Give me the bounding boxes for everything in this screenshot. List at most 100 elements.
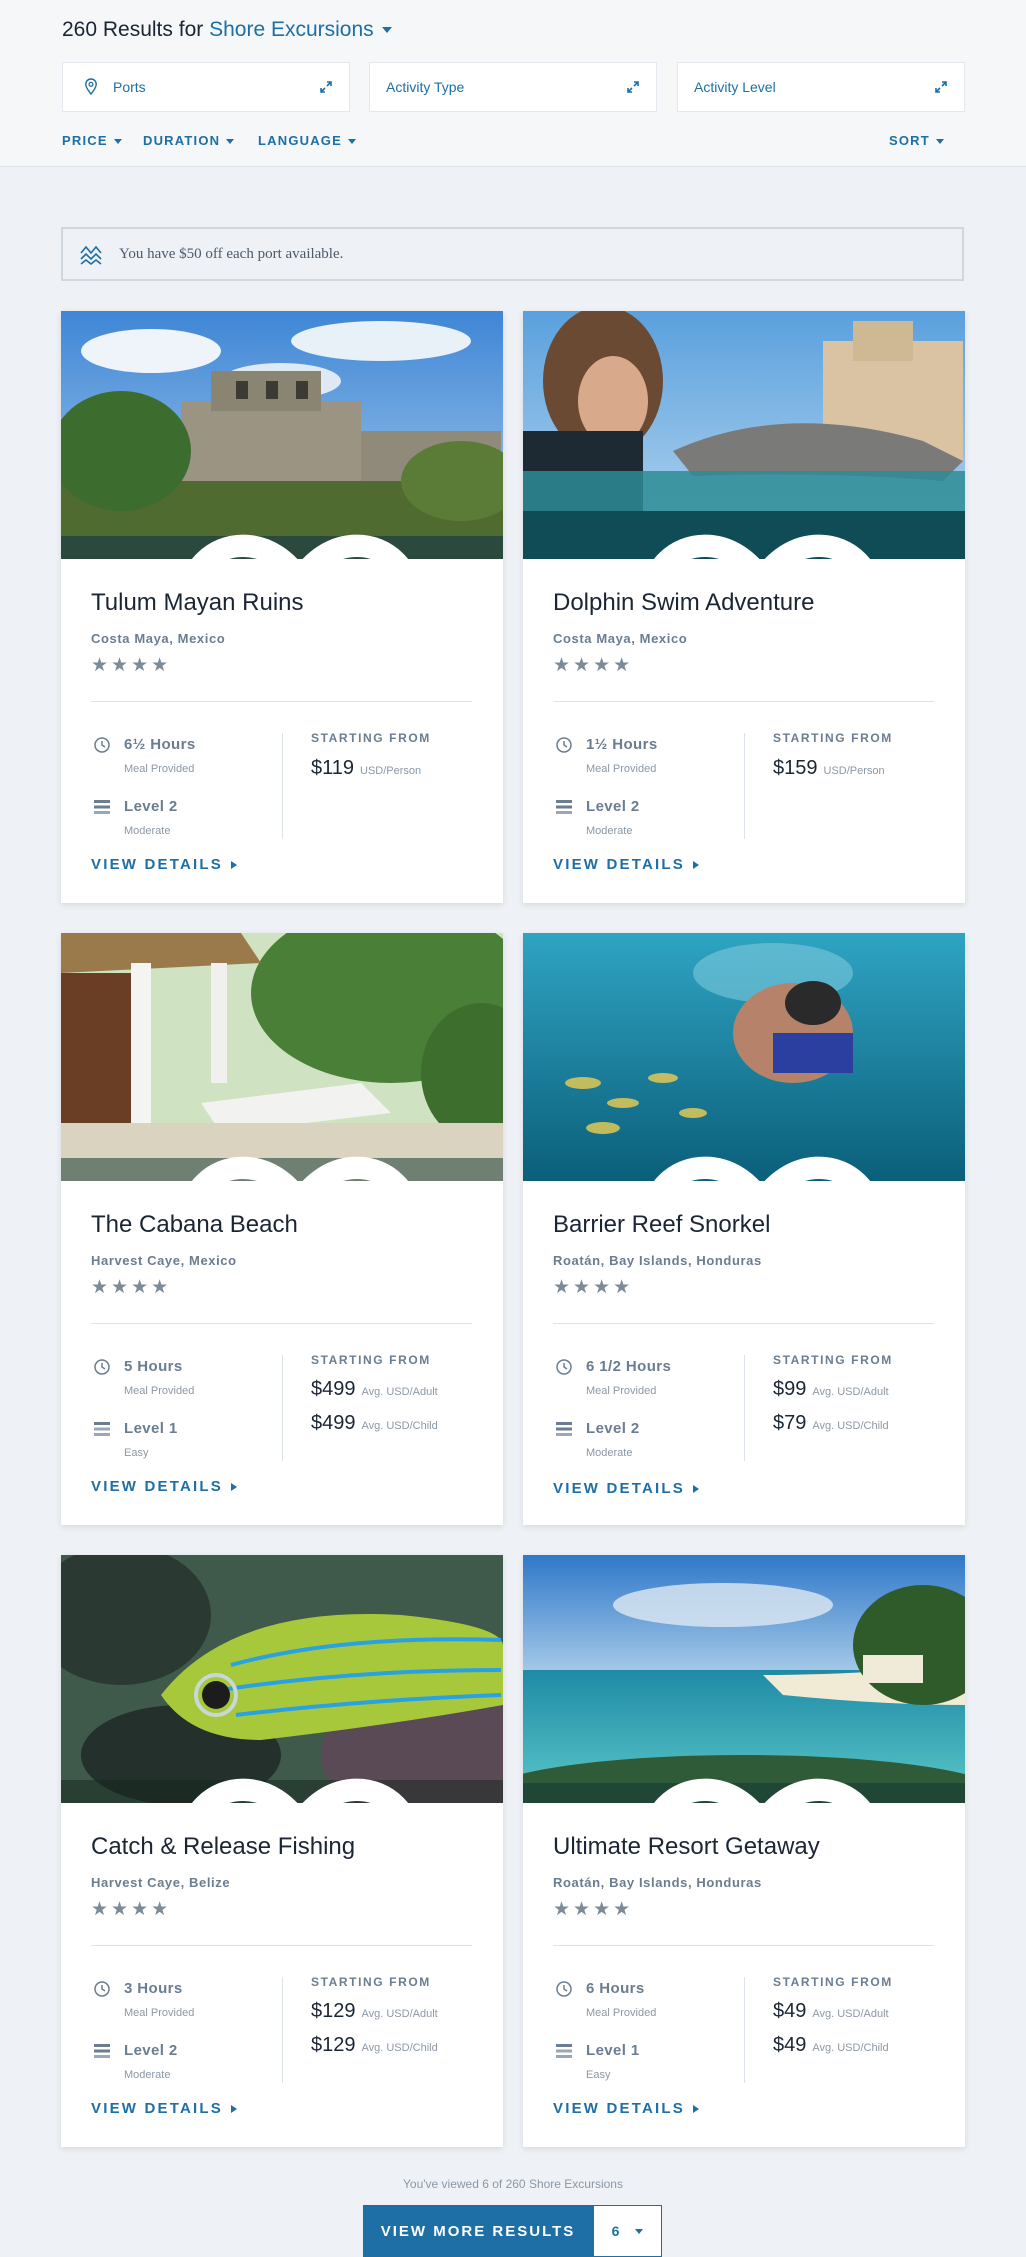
excursion-card-tulum[interactable]: Tulum Mayan Ruins Costa Maya, Mexico ★★★…	[61, 311, 503, 903]
heart-icon[interactable]	[79, 1765, 503, 1803]
duration-note: Meal Provided	[124, 763, 195, 775]
excursion-photo[interactable]	[523, 933, 965, 1181]
level-note: Moderate	[586, 825, 633, 837]
card-location: Harvest Caye, Belize	[91, 1875, 231, 1890]
heart-icon[interactable]	[79, 521, 503, 559]
price-row-child: $129 Avg. USD/Child	[311, 2034, 438, 2057]
results-viewed-text: You've viewed 6 of 260 Shore Excursions	[403, 2177, 623, 2191]
duration-value: 3 Hours	[124, 1980, 183, 1997]
level-value: Level 1	[124, 1420, 178, 1437]
excursion-card-cabana[interactable]: The Cabana Beach Harvest Caye, Mexico ★★…	[61, 933, 503, 1525]
price-amount: $499	[311, 1412, 356, 1434]
price-unit: Avg. USD/Child	[361, 1420, 438, 1432]
card-vertical-divider	[282, 1355, 283, 1461]
level-note: Easy	[586, 2069, 611, 2081]
duration-note: Meal Provided	[586, 2007, 657, 2019]
excursion-photo[interactable]	[61, 311, 503, 559]
price-row-adult: $49 Avg. USD/Adult	[773, 2000, 889, 2023]
level-value: Level 1	[586, 2042, 640, 2059]
price-amount: $129	[311, 2034, 356, 2056]
excursion-card-fishing[interactable]: Catch & Release Fishing Harvest Caye, Be…	[61, 1555, 503, 2147]
excursion-card-resort[interactable]: Ultimate Resort Getaway Roatán, Bay Isla…	[523, 1555, 965, 2147]
star-rating: ★★★★	[91, 1899, 172, 1920]
price-row-child: $499 Avg. USD/Child	[311, 1412, 438, 1435]
card-divider	[553, 1945, 934, 1946]
heart-icon[interactable]	[541, 1765, 965, 1803]
activity-level-filter-label: Activity Level	[694, 79, 776, 95]
view-more-results-button[interactable]: VIEW MORE RESULTS	[363, 2205, 593, 2257]
card-vertical-divider	[744, 1977, 745, 2083]
view-details-label: VIEW DETAILS	[91, 2100, 223, 2117]
clock-icon	[94, 737, 110, 753]
chevron-down-icon	[348, 139, 356, 145]
excursion-card-dolphin[interactable]: Dolphin Swim Adventure Costa Maya, Mexic…	[523, 311, 965, 903]
promo-text: You have $50 off each port available.	[119, 245, 344, 262]
excursion-card-snorkel[interactable]: Barrier Reef Snorkel Roatán, Bay Islands…	[523, 933, 965, 1525]
view-details-link[interactable]: VIEW DETAILS	[91, 1478, 237, 1495]
level-note: Easy	[124, 1447, 149, 1459]
results-title: 260 Results for Shore Excursions	[62, 18, 392, 42]
star-rating: ★★★★	[91, 1277, 172, 1298]
price-amount: $99	[773, 1378, 807, 1400]
view-details-link[interactable]: VIEW DETAILS	[91, 2100, 237, 2117]
card-title: Ultimate Resort Getaway	[553, 1833, 820, 1860]
view-details-link[interactable]: VIEW DETAILS	[553, 2100, 699, 2117]
map-pin-icon	[85, 78, 97, 96]
activity-level-filter[interactable]: Activity Level	[677, 62, 965, 112]
excursion-photo[interactable]	[61, 1555, 503, 1803]
price-filter[interactable]: PRICE	[62, 133, 122, 148]
chevron-down-icon	[635, 2228, 644, 2234]
starting-from-label: STARTING FROM	[311, 731, 431, 745]
duration-note: Meal Provided	[124, 2007, 195, 2019]
level-value: Level 2	[586, 798, 640, 815]
triangle-right-icon	[692, 1485, 699, 1494]
clock-icon	[556, 1359, 572, 1375]
excursion-photo[interactable]	[61, 933, 503, 1181]
duration-note: Meal Provided	[124, 1385, 195, 1397]
level-icon	[556, 2044, 572, 2058]
heart-icon[interactable]	[541, 1143, 965, 1181]
excursion-photo[interactable]	[523, 1555, 965, 1803]
results-count-text: 260 Results for	[62, 18, 204, 41]
card-vertical-divider	[744, 1355, 745, 1461]
card-divider	[553, 1323, 934, 1324]
excursion-photo[interactable]	[523, 311, 965, 559]
duration-filter[interactable]: DURATION	[143, 133, 235, 148]
activity-type-filter[interactable]: Activity Type	[369, 62, 657, 112]
category-dropdown[interactable]: Shore Excursions	[209, 18, 392, 41]
duration-filter-label: DURATION	[143, 133, 221, 148]
page-size-dropdown[interactable]: 6	[593, 2205, 662, 2257]
ports-filter[interactable]: Ports	[62, 62, 350, 112]
card-divider	[91, 701, 472, 702]
card-location: Harvest Caye, Mexico	[91, 1253, 237, 1268]
heart-icon[interactable]	[541, 521, 965, 559]
view-details-label: VIEW DETAILS	[91, 1478, 223, 1495]
chevron-down-icon	[381, 27, 392, 34]
expand-icon	[627, 81, 639, 93]
card-title: Catch & Release Fishing	[91, 1833, 356, 1860]
card-title: Dolphin Swim Adventure	[553, 589, 815, 616]
card-vertical-divider	[282, 1977, 283, 2083]
view-details-link[interactable]: VIEW DETAILS	[553, 856, 699, 873]
chevron-down-icon	[226, 139, 235, 145]
triangle-right-icon	[692, 2105, 699, 2114]
price-amount: $49	[773, 2000, 807, 2022]
triangle-right-icon	[230, 2105, 237, 2114]
price-unit: Avg. USD/Adult	[812, 2008, 889, 2020]
price-unit: Avg. USD/Adult	[812, 1386, 889, 1398]
price-amount: $119	[311, 757, 355, 779]
level-note: Moderate	[124, 825, 171, 837]
duration-value: 5 Hours	[124, 1358, 183, 1375]
price-unit: Avg. USD/Child	[812, 2042, 889, 2054]
price-row-adult: $499 Avg. USD/Adult	[311, 1378, 438, 1401]
heart-icon[interactable]	[79, 1143, 503, 1181]
card-title: Tulum Mayan Ruins	[91, 589, 304, 616]
view-details-link[interactable]: VIEW DETAILS	[91, 856, 237, 873]
language-filter[interactable]: LANGUAGE	[258, 133, 356, 148]
view-details-link[interactable]: VIEW DETAILS	[553, 1480, 699, 1497]
price-filter-label: PRICE	[62, 133, 108, 148]
sort-dropdown[interactable]: SORT	[889, 133, 944, 148]
card-location: Roatán, Bay Islands, Honduras	[553, 1875, 762, 1890]
card-location: Costa Maya, Mexico	[553, 631, 688, 646]
clock-icon	[94, 1981, 110, 1997]
